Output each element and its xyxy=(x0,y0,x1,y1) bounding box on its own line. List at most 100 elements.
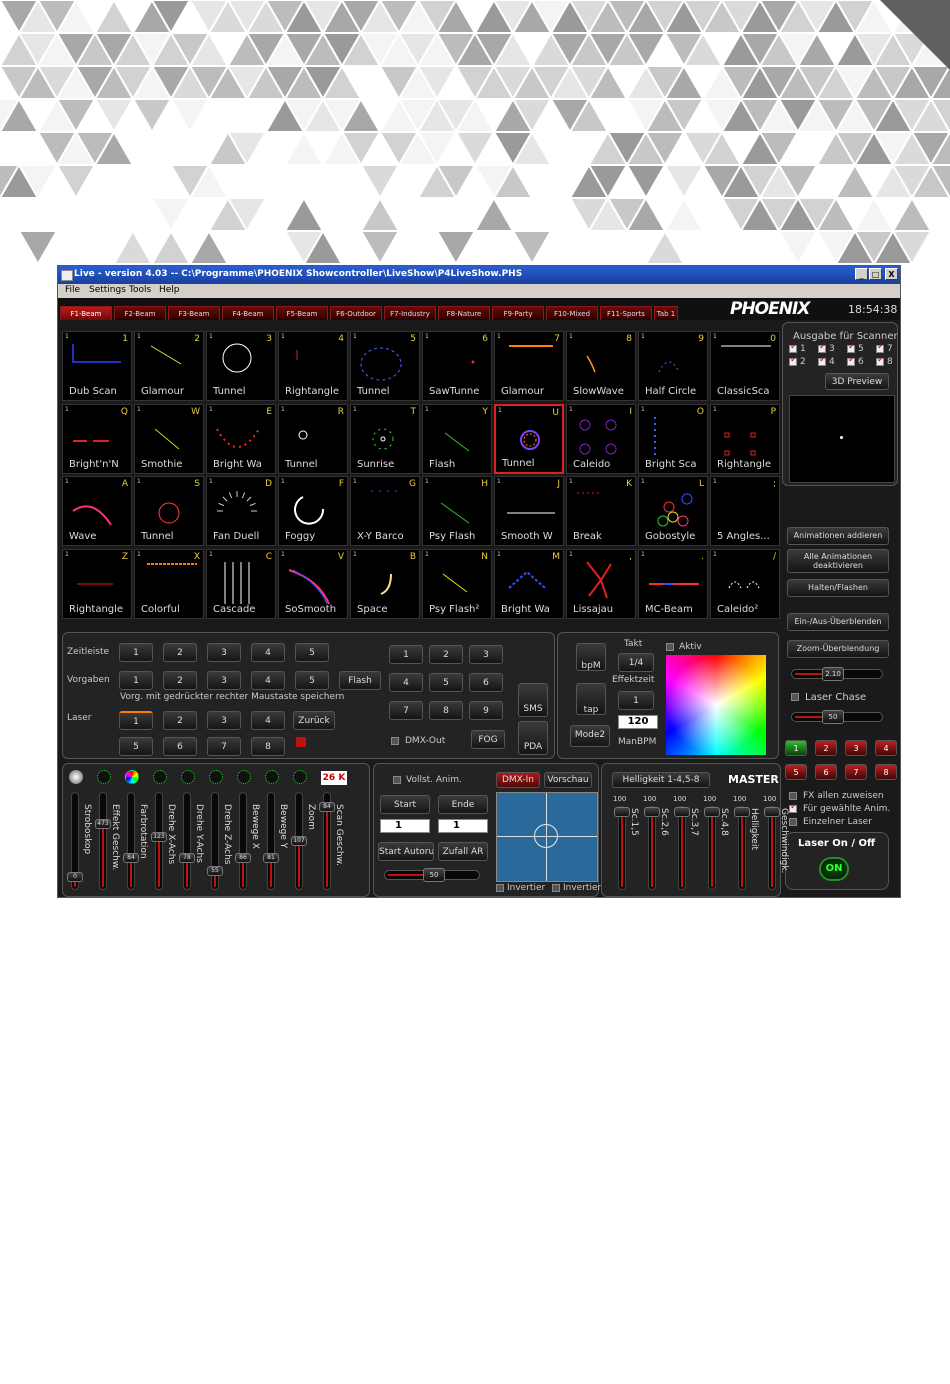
animation-cell[interactable]: 1 A Wave xyxy=(62,476,132,546)
master-slider[interactable] xyxy=(674,806,690,890)
move-x-icon[interactable] xyxy=(237,770,251,784)
animation-cell[interactable]: 1 9 Half Circle xyxy=(638,331,708,401)
animation-cell[interactable]: 1 O Bright Sca xyxy=(638,403,708,474)
animation-cell[interactable]: 1 S Tunnel xyxy=(134,476,204,546)
effect-slider[interactable]: 107 xyxy=(291,792,307,890)
minimize-button[interactable]: _ xyxy=(855,268,868,280)
fog-button[interactable]: FOG xyxy=(471,730,505,749)
zeitleiste-button-1[interactable]: 1 xyxy=(119,643,153,662)
scanner-checkbox-8[interactable] xyxy=(876,355,885,366)
scanner-checkbox-4[interactable] xyxy=(818,355,827,366)
pda-button[interactable]: PDA xyxy=(518,721,548,755)
master-slider[interactable] xyxy=(734,806,750,890)
effect-slider-knob[interactable]: 0 xyxy=(67,872,83,882)
numpad-button-1[interactable]: 1 xyxy=(389,645,423,664)
animation-cell[interactable]: 1 K Break xyxy=(566,476,636,546)
animation-cell[interactable]: 1 6 SawTunne xyxy=(422,331,492,401)
close-button[interactable]: X xyxy=(885,268,898,280)
master-slider[interactable] xyxy=(764,806,780,890)
zoom-slider[interactable]: 2.10 xyxy=(791,667,883,681)
tab-f6-outdoor[interactable]: F6-Outdoor xyxy=(330,306,382,320)
animation-cell[interactable]: 1 P Rightangle xyxy=(710,403,780,474)
numpad-button-7[interactable]: 7 xyxy=(389,701,423,720)
ende-input[interactable]: 1 xyxy=(438,819,488,833)
rotate-y-icon[interactable] xyxy=(181,770,195,784)
animation-cell[interactable]: 1 D Fan Duell xyxy=(206,476,276,546)
lock-icon[interactable] xyxy=(296,737,306,747)
move-y-icon[interactable] xyxy=(265,770,279,784)
vorgaben-button-1[interactable]: 1 xyxy=(119,671,153,690)
single-laser-checkbox[interactable] xyxy=(789,818,797,826)
scanner-checkbox-5[interactable] xyxy=(847,342,856,353)
scanner-checkbox-2[interactable] xyxy=(789,355,798,366)
animation-cell[interactable]: 1 2 Glamour xyxy=(134,331,204,401)
master-slider-knob[interactable] xyxy=(734,807,750,817)
numpad-button-5[interactable]: 5 xyxy=(429,673,463,692)
laser-select-button-3[interactable]: 3 xyxy=(845,740,867,756)
numpad-button-2[interactable]: 2 xyxy=(429,645,463,664)
invert-x-checkbox[interactable] xyxy=(496,884,504,892)
side-button-0[interactable]: Animationen addieren xyxy=(787,527,889,545)
laser-chase-slider[interactable]: 50 xyxy=(791,710,883,724)
laser-select-button-2[interactable]: 2 xyxy=(815,740,837,756)
dmx-in-button[interactable]: DMX-In xyxy=(496,772,540,788)
side-button-2[interactable]: Halten/Flashen xyxy=(787,579,889,597)
tap-button[interactable]: tap xyxy=(576,683,606,715)
animation-cell[interactable]: 1 F Foggy xyxy=(278,476,348,546)
laser-preset-button-6[interactable]: 6 xyxy=(163,737,197,756)
numpad-button-4[interactable]: 4 xyxy=(389,673,423,692)
animation-cell[interactable]: 1 Q Bright'n'N xyxy=(62,403,132,474)
master-slider-knob[interactable] xyxy=(764,807,780,817)
animation-cell[interactable]: 1 T Sunrise xyxy=(350,403,420,474)
laser-preset-button-7[interactable]: 7 xyxy=(207,737,241,756)
tab-f11-sports[interactable]: F11-Sports xyxy=(600,306,652,320)
effect-slider[interactable]: 86 xyxy=(235,792,251,890)
numpad-button-3[interactable]: 3 xyxy=(469,645,503,664)
color-wheel[interactable] xyxy=(666,655,766,755)
laser-select-button-7[interactable]: 7 xyxy=(845,764,867,780)
3d-preview-button[interactable]: 3D Preview xyxy=(825,373,889,390)
rotate-z-icon[interactable] xyxy=(209,770,223,784)
effect-speed-icon[interactable] xyxy=(97,770,111,784)
animation-cell[interactable]: 1 I Caleido xyxy=(566,403,636,474)
start-input[interactable]: 1 xyxy=(380,819,430,833)
laser-select-button-4[interactable]: 4 xyxy=(875,740,897,756)
xy-pad-cursor[interactable] xyxy=(534,824,558,848)
selected-anim-checkbox[interactable] xyxy=(789,802,798,813)
xy-speed-knob[interactable]: 50 xyxy=(423,868,445,882)
dmx-out-checkbox[interactable] xyxy=(391,737,399,745)
master-slider-knob[interactable] xyxy=(614,807,630,817)
effect-slider[interactable]: 81 xyxy=(263,792,279,890)
ende-button[interactable]: Ende xyxy=(438,795,488,814)
laser-select-button-8[interactable]: 8 xyxy=(875,764,897,780)
maximize-button[interactable]: □ xyxy=(869,268,882,280)
master-slider-knob[interactable] xyxy=(644,807,660,817)
side-button-3[interactable]: Ein-/Aus-Überblenden xyxy=(787,613,889,631)
animation-cell[interactable]: 1 E Bright Wa xyxy=(206,403,276,474)
zufall-ar-button[interactable]: Zufall AR xyxy=(438,842,488,861)
animation-cell[interactable]: 1 N Psy Flash² xyxy=(422,548,492,619)
zeitleiste-button-5[interactable]: 5 xyxy=(295,643,329,662)
aktiv-checkbox[interactable] xyxy=(666,643,674,651)
menu-tools[interactable]: Tools xyxy=(129,285,151,295)
animation-cell[interactable]: 1 U Tunnel xyxy=(494,403,564,474)
numpad-button-6[interactable]: 6 xyxy=(469,673,503,692)
animation-cell[interactable]: 1 G X-Y Barco xyxy=(350,476,420,546)
side-button-4[interactable]: Zoom-Überblendung xyxy=(787,640,889,658)
animation-cell[interactable]: 1 4 Rightangle xyxy=(278,331,348,401)
animation-cell[interactable]: 1 L Gobostyle xyxy=(638,476,708,546)
effect-slider-knob[interactable]: 473 xyxy=(95,819,111,829)
strobe-icon[interactable] xyxy=(69,770,83,784)
effektzeit-value[interactable]: 1 xyxy=(618,691,654,710)
effect-slider[interactable]: 84 xyxy=(123,792,139,890)
animation-cell[interactable]: 1. MC-Beam xyxy=(638,548,708,619)
tab-f4-beam[interactable]: F4-Beam xyxy=(222,306,274,320)
tab-f10-mixed[interactable]: F10-Mixed xyxy=(546,306,598,320)
laser-preset-button-4[interactable]: 4 xyxy=(251,711,285,730)
animation-cell[interactable]: 1 X Colorful xyxy=(134,548,204,619)
animation-cell[interactable]: 1 Z Rightangle xyxy=(62,548,132,619)
laser-select-button-1[interactable]: 1 xyxy=(785,740,807,756)
scanner-checkbox-1[interactable] xyxy=(789,342,798,353)
animation-cell[interactable]: 1 W Smothie xyxy=(134,403,204,474)
vollst-anim-checkbox[interactable] xyxy=(393,776,401,784)
